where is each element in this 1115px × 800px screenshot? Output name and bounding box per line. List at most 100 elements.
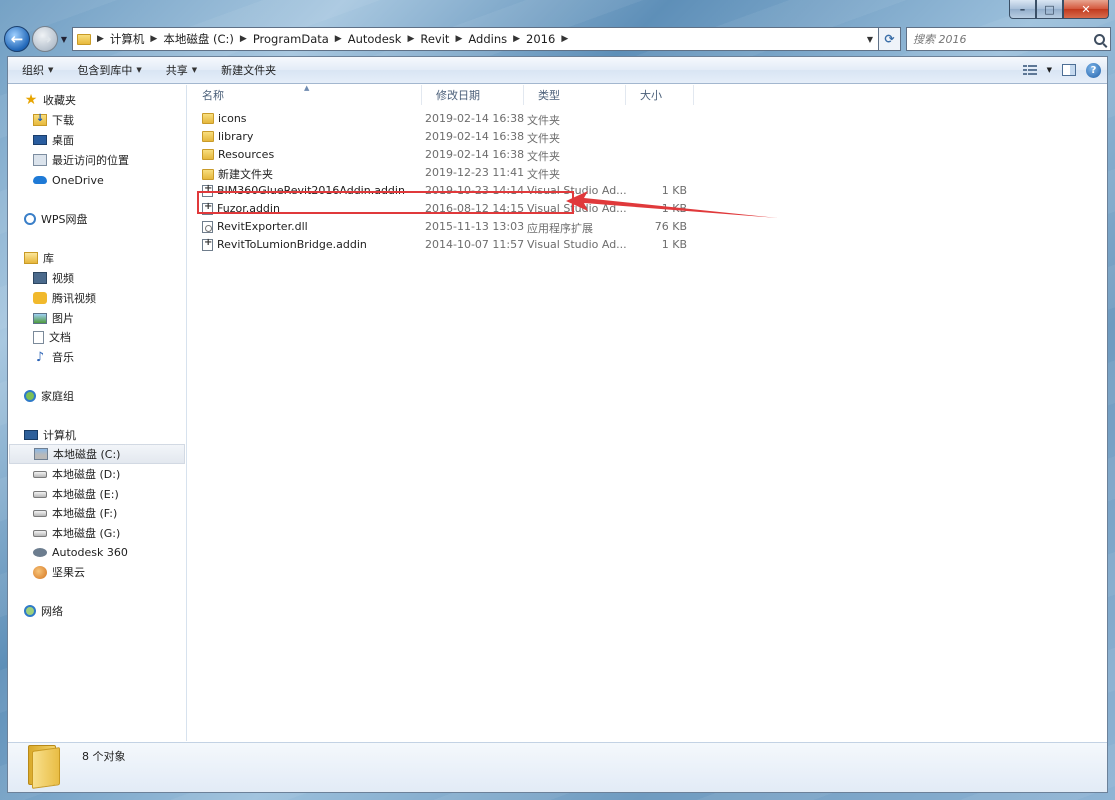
sidebar-item-drive-e[interactable]: 本地磁盘 (E:) — [33, 484, 119, 504]
maximize-button[interactable]: □ — [1036, 0, 1063, 19]
sidebar-item-drive-c[interactable]: 本地磁盘 (C:) — [9, 444, 185, 464]
sidebar-item-documents[interactable]: 文档 — [33, 327, 71, 347]
search-input[interactable] — [913, 32, 1088, 46]
sidebar-item-label: OneDrive — [52, 173, 104, 187]
help-icon[interactable]: ? — [1086, 62, 1101, 78]
folder-icon — [202, 131, 214, 142]
file-type: 应用程序扩展 — [527, 222, 593, 235]
file-date: 2019-02-14 16:38 — [425, 148, 525, 161]
downloads-folder-icon — [33, 113, 47, 126]
file-name: library — [218, 130, 254, 143]
breadcrumb-separator[interactable]: ▶ — [405, 34, 416, 44]
list-item[interactable]: RevitExporter.dll 2015-11-13 13:03 应用程序扩… — [202, 220, 692, 238]
sidebar-item-homegroup[interactable]: 家庭组 — [24, 386, 74, 406]
column-header-name[interactable]: 名称 ▲ — [188, 84, 422, 105]
list-item[interactable]: RevitToLumionBridge.addin 2014-10-07 11:… — [202, 237, 692, 256]
column-header-type[interactable]: 类型 — [524, 85, 626, 105]
share-menu[interactable]: 共享 ▼ — [152, 57, 207, 83]
sidebar-item-autodesk360[interactable]: Autodesk 360 — [33, 542, 128, 562]
organize-menu[interactable]: 组织 ▼ — [8, 57, 63, 83]
sidebar-item-onedrive[interactable]: OneDrive — [33, 170, 104, 190]
address-bar[interactable]: ▶ 计算机 ▶ 本地磁盘 (C:) ▶ ProgramData ▶ Autode… — [72, 27, 879, 51]
sidebar-item-desktop[interactable]: 桌面 — [33, 130, 74, 150]
sidebar-item-recent[interactable]: 最近访问的位置 — [33, 150, 129, 170]
chevron-down-icon: ▼ — [191, 66, 198, 74]
view-dropdown-icon[interactable]: ▼ — [1047, 66, 1052, 74]
file-list: 名称 ▲ 修改日期 类型 大小 icons 2019-02-14 16:38 文… — [188, 84, 1107, 741]
file-name: 新建文件夹 — [218, 168, 273, 181]
sidebar-item-label: 图片 — [52, 312, 74, 325]
file-type: 文件夹 — [527, 168, 560, 181]
address-dropdown[interactable]: ▼ — [862, 35, 878, 44]
sidebar-item-label: 桌面 — [52, 134, 74, 147]
large-folder-icon — [28, 745, 60, 789]
breadcrumb-drive-c[interactable]: 本地磁盘 (C:) — [159, 31, 238, 47]
sidebar-item-libraries[interactable]: 库 — [24, 248, 54, 268]
column-header-modified[interactable]: 修改日期 — [422, 85, 524, 105]
breadcrumb-separator[interactable]: ▶ — [333, 34, 344, 44]
minimize-button[interactable]: – — [1009, 0, 1036, 19]
breadcrumb-separator[interactable]: ▶ — [559, 34, 570, 44]
recent-pages-dropdown[interactable]: ▼ — [58, 35, 70, 44]
homegroup-icon — [24, 390, 36, 402]
breadcrumb-separator[interactable]: ▶ — [95, 34, 106, 44]
tencent-video-icon — [33, 292, 47, 304]
column-header-label: 大小 — [640, 89, 662, 102]
sidebar-item-drive-g[interactable]: 本地磁盘 (G:) — [33, 523, 120, 543]
sidebar-item-drive-f[interactable]: 本地磁盘 (F:) — [33, 503, 117, 523]
close-button[interactable]: ✕ — [1063, 0, 1109, 19]
column-header-size[interactable]: 大小 — [626, 85, 694, 105]
breadcrumb-2016[interactable]: 2016 — [522, 32, 559, 46]
list-item[interactable]: Resources 2019-02-14 16:38 文件夹 — [202, 148, 692, 166]
sidebar-item-label: 本地磁盘 (C:) — [53, 448, 121, 461]
new-folder-button[interactable]: 新建文件夹 — [207, 57, 286, 83]
folder-icon — [202, 149, 214, 160]
sidebar-item-music[interactable]: ♪ 音乐 — [33, 347, 74, 367]
back-button[interactable]: ← — [4, 26, 30, 52]
sidebar-item-downloads[interactable]: 下载 — [33, 110, 74, 130]
system-drive-icon — [34, 448, 48, 460]
breadcrumb-autodesk[interactable]: Autodesk — [344, 32, 406, 46]
hard-drive-icon — [33, 470, 47, 478]
sidebar-item-pictures[interactable]: 图片 — [33, 308, 74, 328]
forward-button[interactable]: → — [32, 26, 58, 52]
sidebar-item-label: WPS网盘 — [41, 213, 88, 226]
file-date: 2019-02-14 16:38 — [425, 112, 525, 125]
breadcrumb-separator[interactable]: ▶ — [453, 34, 464, 44]
breadcrumb-separator[interactable]: ▶ — [238, 34, 249, 44]
sidebar-item-favorites[interactable]: ★ 收藏夹 — [24, 90, 76, 110]
details-pane: 8 个对象 — [8, 742, 1107, 792]
preview-pane-icon[interactable] — [1062, 64, 1076, 76]
navigation-bar: ← → ▼ ▶ 计算机 ▶ 本地磁盘 (C:) ▶ ProgramData ▶ … — [4, 26, 1111, 52]
list-item[interactable]: library 2019-02-14 16:38 文件夹 — [202, 130, 692, 148]
sidebar-item-wps[interactable]: WPS网盘 — [24, 209, 88, 229]
breadcrumb-computer[interactable]: 计算机 — [106, 31, 149, 47]
sidebar-item-label: 计算机 — [43, 429, 76, 442]
sidebar-item-videos[interactable]: 视频 — [33, 268, 74, 288]
breadcrumb-addins[interactable]: Addins — [464, 32, 511, 46]
list-item[interactable]: icons 2019-02-14 16:38 文件夹 — [202, 112, 692, 130]
sidebar-item-label: 库 — [43, 252, 54, 265]
view-options-icon[interactable] — [1022, 64, 1037, 76]
file-name: RevitToLumionBridge.addin — [217, 238, 367, 251]
breadcrumb-separator[interactable]: ▶ — [511, 34, 522, 44]
video-icon — [33, 272, 47, 284]
sidebar-item-computer[interactable]: 计算机 — [24, 425, 76, 445]
file-date: 2019-12-23 11:41 — [425, 166, 525, 179]
recent-places-icon — [33, 154, 47, 166]
breadcrumb-separator[interactable]: ▶ — [148, 34, 159, 44]
dll-file-icon — [202, 220, 213, 233]
search-box[interactable] — [906, 27, 1111, 51]
sidebar-item-drive-d[interactable]: 本地磁盘 (D:) — [33, 464, 120, 484]
breadcrumb-revit[interactable]: Revit — [416, 32, 453, 46]
sidebar-item-jianguoyun[interactable]: 坚果云 — [33, 562, 85, 582]
file-type: 文件夹 — [527, 132, 560, 145]
refresh-button[interactable]: ⟳ — [879, 27, 901, 51]
file-size: 76 KB — [654, 220, 687, 233]
include-in-library-menu[interactable]: 包含到库中 ▼ — [63, 57, 151, 83]
sidebar-item-tencent-video[interactable]: 腾讯视频 — [33, 288, 96, 308]
breadcrumb-programdata[interactable]: ProgramData — [249, 32, 333, 46]
highlight-annotation-box — [197, 191, 574, 214]
sidebar-item-network[interactable]: 网络 — [24, 601, 63, 621]
search-icon[interactable] — [1094, 33, 1105, 45]
